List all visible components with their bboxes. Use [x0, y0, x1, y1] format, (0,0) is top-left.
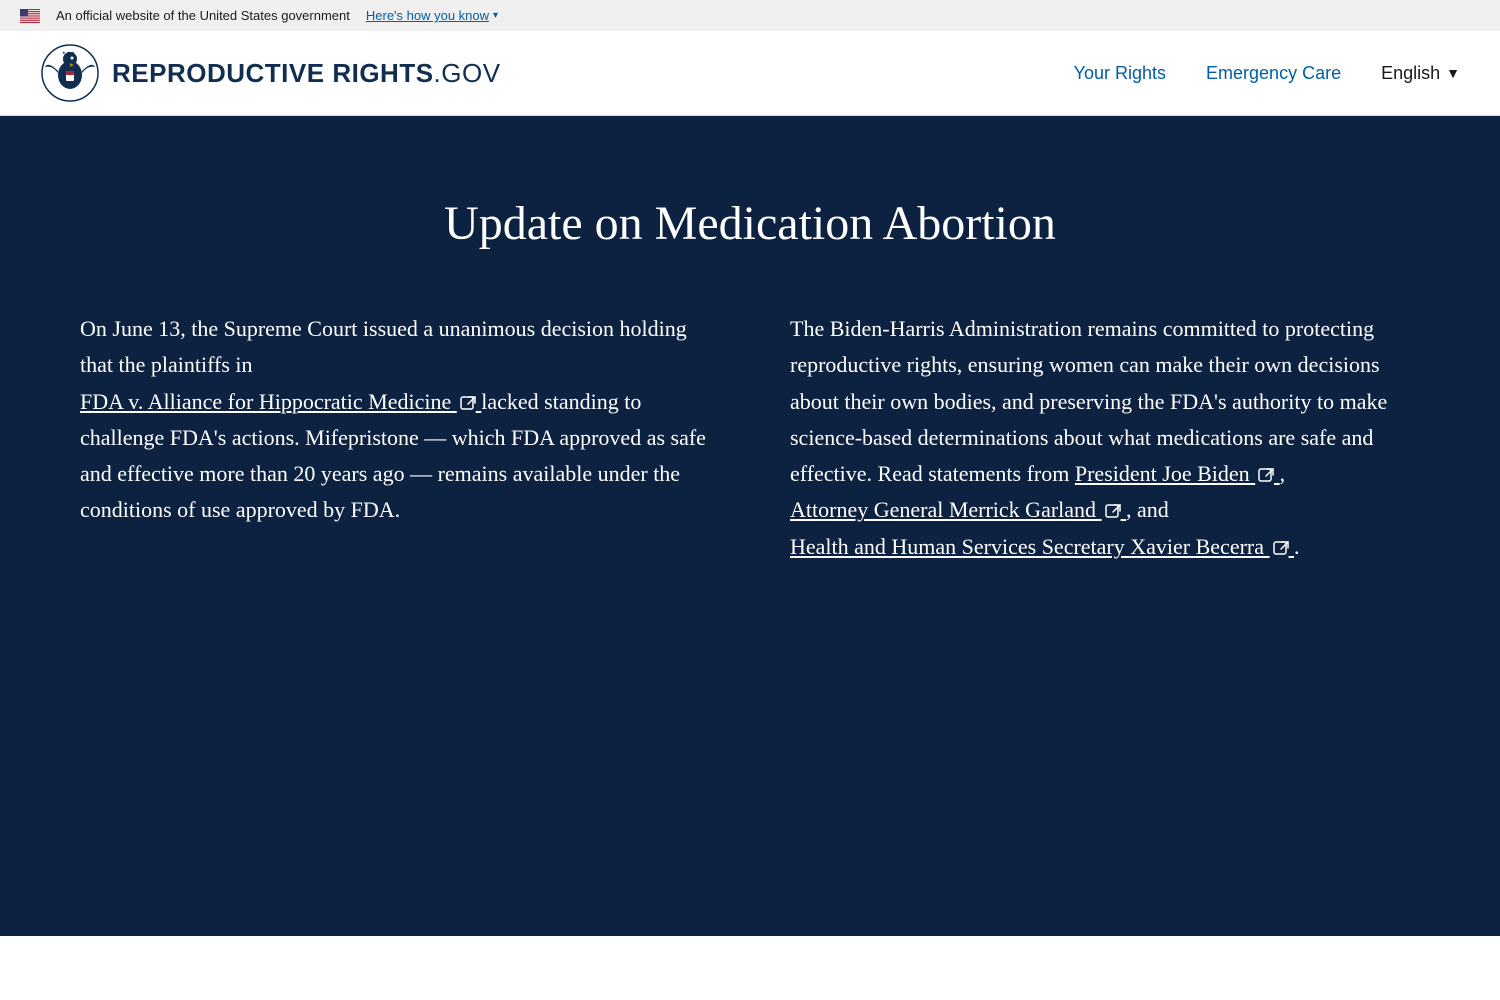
hhs-eagle-icon: ★ ★ ★: [40, 43, 100, 103]
left-text-before-link: On June 13, the Supreme Court issued a u…: [80, 316, 687, 377]
language-caret-icon: ▼: [1446, 65, 1460, 81]
hero-left-col: On June 13, the Supreme Court issued a u…: [80, 311, 710, 565]
us-flag-icon: [20, 9, 40, 23]
chevron-down-icon: ▾: [493, 10, 498, 21]
logo-reproductive: REPRODUCTIVE: [112, 58, 325, 88]
gov-banner: An official website of the United States…: [0, 0, 1500, 31]
how-to-know-container[interactable]: Here's how you know ▾: [366, 8, 498, 23]
garland-link[interactable]: Attorney General Merrick Garland: [790, 497, 1126, 522]
garland-link-text: Attorney General Merrick Garland: [790, 497, 1096, 522]
external-link-icon: [460, 396, 476, 412]
hero-left-text: On June 13, the Supreme Court issued a u…: [80, 311, 710, 529]
becerra-link[interactable]: Health and Human Services Secretary Xavi…: [790, 534, 1294, 559]
biden-link[interactable]: President Joe Biden: [1075, 461, 1280, 486]
hero-right-text: The Biden-Harris Administration remains …: [790, 311, 1420, 565]
becerra-link-text: Health and Human Services Secretary Xavi…: [790, 534, 1264, 559]
language-selector[interactable]: English ▼: [1381, 63, 1460, 84]
language-label: English: [1381, 63, 1440, 84]
site-nav: Your Rights Emergency Care English ▼: [1074, 63, 1460, 84]
period: .: [1294, 534, 1300, 559]
site-header: ★ ★ ★ REPRODUCTIVE RIGHTS.GOV Your Right…: [0, 31, 1500, 116]
how-to-know-link[interactable]: Here's how you know: [366, 8, 489, 23]
hero-right-col: The Biden-Harris Administration remains …: [790, 311, 1420, 565]
official-text: An official website of the United States…: [56, 8, 350, 23]
biden-link-text: President Joe Biden: [1075, 461, 1250, 486]
external-link-icon-4: [1273, 541, 1289, 557]
emergency-care-link[interactable]: Emergency Care: [1206, 63, 1341, 84]
site-logo[interactable]: ★ ★ ★ REPRODUCTIVE RIGHTS.GOV: [40, 43, 501, 103]
separator-2: , and: [1126, 497, 1169, 522]
logo-text: REPRODUCTIVE RIGHTS.GOV: [112, 58, 501, 89]
fda-case-link[interactable]: FDA v. Alliance for Hippocratic Medicine: [80, 389, 481, 414]
logo-gov: .GOV: [434, 58, 501, 88]
external-link-icon-3: [1105, 504, 1121, 520]
fda-case-link-text: FDA v. Alliance for Hippocratic Medicine: [80, 389, 451, 414]
separator-1: ,: [1280, 461, 1286, 486]
svg-text:★ ★ ★: ★ ★ ★: [62, 50, 75, 55]
logo-rights: RIGHTS: [332, 58, 433, 88]
hero-content: On June 13, the Supreme Court issued a u…: [80, 311, 1420, 565]
hero-title: Update on Medication Abortion: [80, 196, 1420, 251]
external-link-icon-2: [1258, 468, 1274, 484]
hero-section: Update on Medication Abortion On June 13…: [0, 116, 1500, 936]
your-rights-link[interactable]: Your Rights: [1074, 63, 1166, 84]
